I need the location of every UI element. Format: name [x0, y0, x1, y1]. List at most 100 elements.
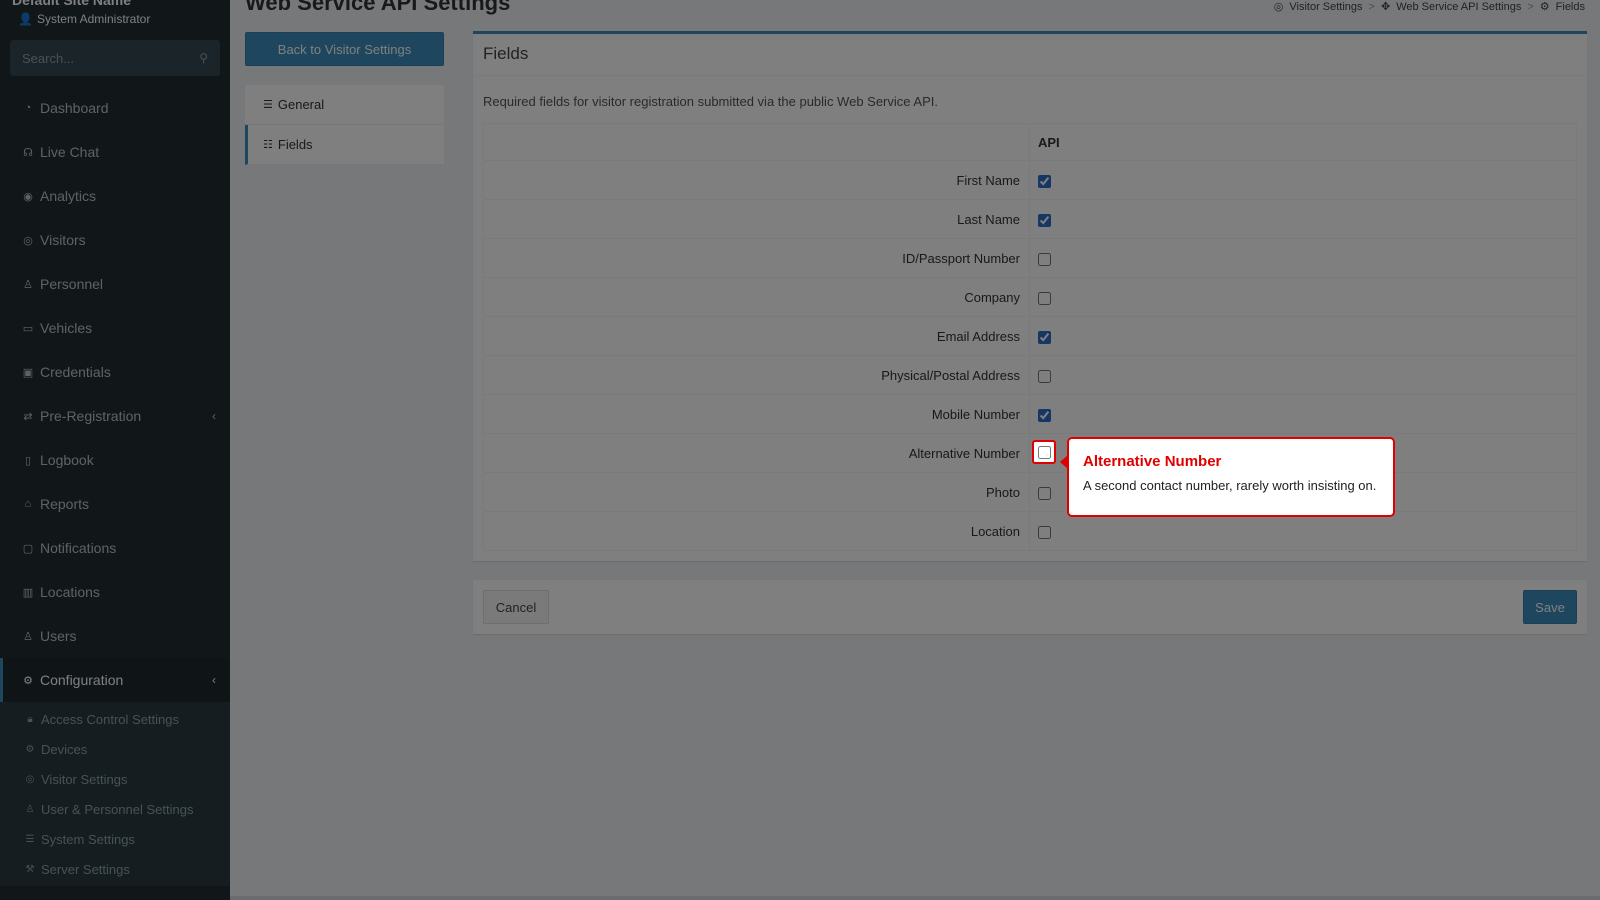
highlighted-alternative-number-checkbox — [1032, 440, 1056, 464]
tab-label: General — [277, 97, 325, 112]
chart-icon: ⌂ — [24, 498, 32, 510]
cancel-button[interactable]: Cancel — [483, 590, 549, 624]
sidebar-item-logbook[interactable]: ▯ Logbook — [0, 438, 230, 482]
subnav-item-label: Visitor Settings — [41, 771, 128, 787]
field-api-checkbox[interactable] — [1038, 291, 1051, 305]
field-label: Photo — [483, 472, 1030, 512]
subnav-item-visitor-settings[interactable]: ◎ Visitor Settings — [0, 764, 230, 794]
field-api-checkbox[interactable] — [1038, 174, 1051, 188]
sidebar-item-users[interactable]: ♙ Users — [0, 614, 230, 658]
tab-fields[interactable]: ☷ Fields — [245, 125, 444, 165]
sidebar-item-dashboard[interactable]: ◔ Dashboard — [0, 86, 230, 130]
subnav-item-label: User & Personnel Settings — [41, 801, 194, 817]
sidebar-item-label: Logbook — [40, 452, 94, 468]
subnav-item-server-settings[interactable]: ⚒ Server Settings — [0, 854, 230, 884]
field-api-cell — [1029, 277, 1577, 317]
sidebar-item-pre-registration[interactable]: ⇄ Pre-Registration ‹ — [0, 394, 230, 438]
table-row: Email Address — [483, 316, 1577, 356]
subnav-item-user-personnel[interactable]: ♙ User & Personnel Settings — [0, 794, 230, 824]
subnav-item-system-settings[interactable]: ☰ System Settings — [0, 824, 230, 854]
pre-registration-icon: ⇄ — [23, 410, 33, 423]
table-row: Company — [483, 277, 1577, 317]
breadcrumb-separator: > — [1527, 0, 1534, 13]
subnav-item-devices[interactable]: ⚙ Devices — [0, 734, 230, 764]
sidebar-item-locations[interactable]: ▥ Locations — [0, 570, 230, 614]
field-label: Physical/Postal Address — [483, 355, 1030, 395]
sidebar-item-credentials[interactable]: ▣ Credentials — [0, 350, 230, 394]
field-label: ID/Passport Number — [483, 238, 1030, 278]
sliders-icon: ☰ — [25, 833, 35, 845]
chat-icon: ▢ — [22, 542, 34, 555]
subnav-item-access-control[interactable]: 🔒︎ Access Control Settings — [0, 704, 230, 734]
field-api-cell — [1029, 316, 1577, 356]
table-row: Alternative Number — [483, 433, 1577, 473]
sidebar-item-live-chat[interactable]: ☊ Live Chat — [0, 130, 230, 174]
field-api-cell — [1029, 394, 1577, 434]
field-label: Alternative Number — [483, 433, 1030, 473]
sidebar-item-analytics[interactable]: ◉ Analytics — [0, 174, 230, 218]
breadcrumb-item-visitor-settings[interactable]: Visitor Settings — [1289, 1, 1362, 13]
table-row: Last Name — [483, 199, 1577, 239]
table-header-row: API — [483, 123, 1577, 161]
wrench-icon: ⚒ — [25, 863, 35, 875]
device-icon: ⚙ — [25, 743, 35, 755]
tooltip-text: A second contact number, rarely worth in… — [1083, 478, 1377, 493]
breadcrumb-item-web-service[interactable]: Web Service API Settings — [1396, 1, 1521, 13]
tab-general[interactable]: ☰ General — [245, 85, 444, 125]
sidebar-item-visitors[interactable]: ◎ Visitors — [0, 218, 230, 262]
eye-icon: ◎ — [1273, 1, 1284, 13]
configuration-submenu: 🔒︎ Access Control Settings ⚙ Devices ◎ Visi… — [0, 702, 230, 886]
breadcrumb-separator: > — [1368, 0, 1375, 13]
sidebar-item-personnel[interactable]: ♙ Personnel — [0, 262, 230, 306]
sidebar-item-notifications[interactable]: ▢ Notifications — [0, 526, 230, 570]
sidebar-item-reports[interactable]: ⌂ Reports — [0, 482, 230, 526]
sidebar-search: ⚲ — [10, 40, 220, 76]
sidebar-item-configuration[interactable]: ⚙ Configuration ‹ — [0, 658, 230, 702]
subnav-item-label: Access Control Settings — [41, 711, 180, 727]
headset-icon: ☊ — [23, 146, 33, 159]
users-gear-icon: ♙ — [25, 803, 35, 815]
sidebar-item-label: Configuration — [40, 672, 124, 688]
tooltip-title: Alternative Number — [1083, 453, 1222, 470]
field-api-checkbox[interactable] — [1038, 486, 1051, 500]
table-header-empty — [483, 123, 1030, 161]
field-label: First Name — [483, 160, 1030, 200]
search-icon[interactable]: ⚲ — [199, 51, 208, 65]
page-title: Web Service API Settings — [245, 0, 511, 15]
field-label: Last Name — [483, 199, 1030, 239]
user-role: 👤 System Administrator — [18, 12, 150, 26]
user-role-label: System Administrator — [36, 12, 151, 26]
search-input[interactable] — [22, 50, 200, 66]
alternative-number-highlight-checkbox[interactable] — [1037, 445, 1051, 459]
dashboard-icon: ◔ — [24, 102, 32, 114]
sidebar-item-label: Visitors — [40, 232, 86, 248]
form-footer: Cancel Save — [473, 580, 1587, 634]
subnav-item-label: Server Settings — [41, 861, 130, 877]
sliders-icon: ☰ — [263, 99, 273, 111]
table-row: ID/Passport Number — [483, 238, 1577, 278]
fields-description: Required fields for visitor registration… — [483, 94, 938, 109]
field-api-checkbox[interactable] — [1038, 213, 1051, 227]
field-api-checkbox[interactable] — [1038, 330, 1051, 344]
fields-box: Fields Required fields for visitor regis… — [473, 31, 1587, 561]
sidebar-item-vehicles[interactable]: ▭ Vehicles — [0, 306, 230, 350]
sidebar-item-label: Reports — [40, 496, 90, 512]
field-api-checkbox[interactable] — [1038, 408, 1051, 422]
move-icon: ✥ — [1380, 1, 1391, 13]
back-to-visitor-settings-button[interactable]: Back to Visitor Settings — [245, 32, 444, 66]
field-api-cell — [1029, 199, 1577, 239]
fields-table-body: First Name Last Name ID/Passport Number Com… — [483, 160, 1577, 551]
table-row: Photo — [483, 472, 1577, 512]
breadcrumb-item-fields: Fields — [1555, 0, 1585, 13]
gear-icon: ⚙ — [1539, 1, 1550, 13]
table-header-api: API — [1029, 123, 1577, 161]
field-api-checkbox[interactable] — [1038, 525, 1051, 539]
analytics-icon: ◉ — [23, 190, 33, 203]
field-api-checkbox[interactable] — [1038, 252, 1051, 266]
save-button[interactable]: Save — [1523, 590, 1577, 624]
sidebar-item-label: Users — [40, 628, 77, 644]
field-api-checkbox[interactable] — [1038, 369, 1051, 383]
breadcrumb: ◎ Visitor Settings > ✥ Web Service API S… — [1273, 0, 1585, 14]
page-footer-border — [230, 896, 1600, 900]
field-api-cell — [1029, 160, 1577, 200]
